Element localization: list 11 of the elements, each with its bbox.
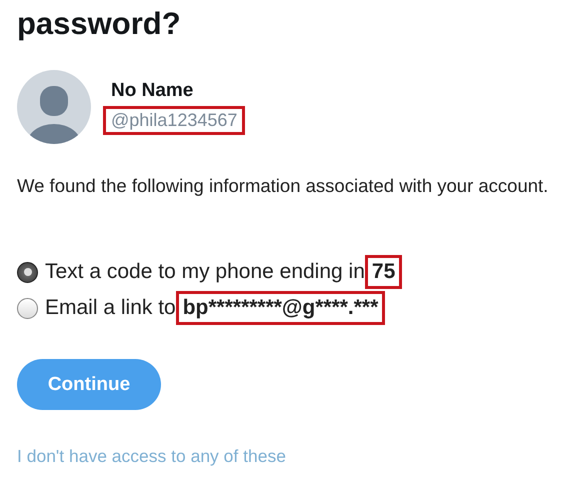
page-heading: password? <box>17 5 182 43</box>
radio-button[interactable] <box>17 262 38 282</box>
help-link[interactable]: I don't have access to any of these <box>17 446 286 467</box>
account-handle: @phila1234567 <box>103 106 246 134</box>
option-value: bp*********@g****.*** <box>176 291 386 325</box>
radio-button[interactable] <box>17 298 38 318</box>
account-name: No Name <box>111 80 194 102</box>
continue-button[interactable]: Continue <box>17 359 161 410</box>
avatar-icon <box>17 70 91 144</box>
option-value: 75 <box>364 255 402 289</box>
info-message: We found the following information associated with your account. <box>17 174 550 198</box>
